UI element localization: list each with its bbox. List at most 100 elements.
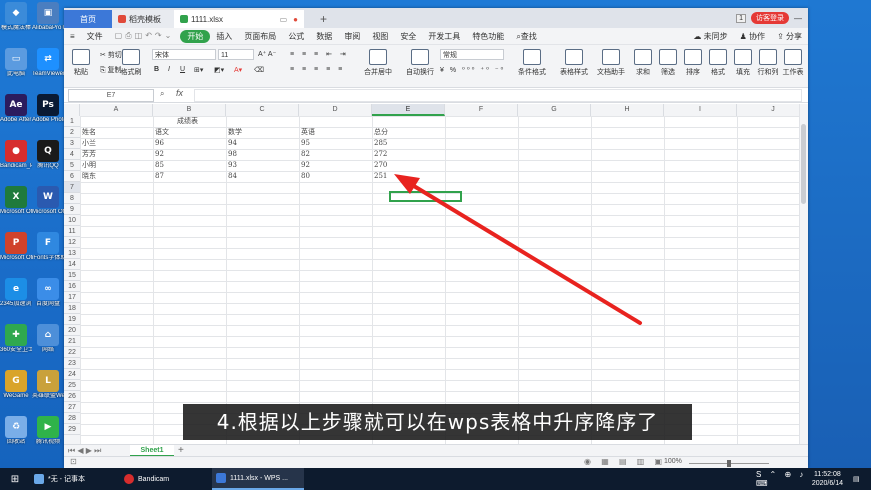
notification-icon[interactable]: ▤ xyxy=(849,468,867,490)
row-header[interactable]: 25 xyxy=(64,380,80,391)
desktop-icon[interactable]: PMicrosoft Office Po... xyxy=(0,232,32,262)
menu-tab[interactable]: 数据 xyxy=(310,31,338,42)
row-header[interactable]: 18 xyxy=(64,303,80,314)
view-mode-icons[interactable]: ◉ ▦ ▤ ▥ ▣ xyxy=(584,457,666,466)
desktop-icon[interactable]: ◆ 模式魔法棒 xyxy=(0,2,32,32)
data-cell[interactable]: 95 xyxy=(299,138,310,149)
select-all-corner[interactable] xyxy=(64,104,80,116)
data-cell[interactable]: 251 xyxy=(372,171,387,182)
menu-tab[interactable]: 开发工具 xyxy=(422,31,466,42)
font-size-arrows[interactable]: A⁺ A⁻ xyxy=(258,50,276,58)
bold-button[interactable]: B xyxy=(154,66,159,73)
merge-button[interactable]: 合并居中 xyxy=(358,49,398,77)
formula-input[interactable] xyxy=(194,89,802,102)
row-header[interactable]: 4 xyxy=(64,149,80,160)
fill-button[interactable]: 填充 xyxy=(730,49,756,77)
column-header[interactable]: F xyxy=(445,104,518,116)
table-style-button[interactable]: 表格样式 xyxy=(554,49,594,77)
sheet-title-cell[interactable]: 成绩表 xyxy=(175,116,198,127)
taskbar-bandicam[interactable]: Bandicam xyxy=(120,468,206,490)
desktop-icon[interactable]: XMicrosoft Office Exc... xyxy=(0,186,32,216)
desktop-icon[interactable]: ♻ 回收站 xyxy=(0,416,32,446)
row-header[interactable]: 1 xyxy=(64,116,80,127)
column-header[interactable]: D xyxy=(299,104,372,116)
row-header[interactable]: 11 xyxy=(64,226,80,237)
font-name-select[interactable]: 宋体 xyxy=(152,49,216,60)
wrap-button[interactable]: 自动换行 xyxy=(400,49,440,77)
row-header[interactable]: 6 xyxy=(64,171,80,182)
doc-helper-button[interactable]: 文档助手 xyxy=(594,49,628,77)
underline-button[interactable]: U xyxy=(180,66,185,73)
font-color-icon[interactable]: A▾ xyxy=(234,66,242,74)
macro-icon[interactable]: ⊡ xyxy=(70,457,77,466)
row-header[interactable]: 3 xyxy=(64,138,80,149)
desktop-icon[interactable]: Q 腾讯QQ xyxy=(32,140,64,170)
data-cell[interactable]: 晓东 xyxy=(80,171,96,182)
menu-tab[interactable]: 页面布局 xyxy=(238,31,282,42)
vertical-scrollbar[interactable] xyxy=(799,104,808,444)
column-header[interactable]: C xyxy=(226,104,299,116)
row-header[interactable]: 24 xyxy=(64,369,80,380)
italic-button[interactable]: I xyxy=(168,66,170,73)
scroll-thumb[interactable] xyxy=(801,124,806,204)
taskbar-wps[interactable]: 1111.xlsx - WPS ... xyxy=(212,468,304,490)
eraser-icon[interactable]: ⌫ xyxy=(254,66,264,74)
data-cell[interactable]: 84 xyxy=(226,171,237,182)
menu-tab[interactable]: 审阅 xyxy=(338,31,366,42)
data-cell[interactable]: 92 xyxy=(153,149,164,160)
data-cell[interactable]: 82 xyxy=(299,149,310,160)
menu-tab[interactable]: 视图 xyxy=(366,31,394,42)
zoom-level[interactable]: 100% xyxy=(664,458,682,465)
filter-button[interactable]: 筛选 xyxy=(655,49,681,77)
column-header[interactable]: I xyxy=(664,104,737,116)
menu-tab[interactable]: 特色功能 xyxy=(466,31,510,42)
menu-tab[interactable]: 安全 xyxy=(394,31,422,42)
data-cell[interactable]: 96 xyxy=(153,138,164,149)
data-cell[interactable]: 87 xyxy=(153,171,164,182)
format-button[interactable]: 格式 xyxy=(705,49,731,77)
tray-icons[interactable]: S ⌃ ⊕ ♪ ⌨ xyxy=(752,468,812,490)
align-top-icons[interactable]: ≡ ≡ ≡ ⇤ ⇥ xyxy=(290,50,349,58)
hamburger-icon[interactable]: ≡ xyxy=(64,32,81,41)
header-cell[interactable]: 总分 xyxy=(372,127,388,138)
data-cell[interactable]: 94 xyxy=(226,138,237,149)
minimize-icon[interactable]: — xyxy=(794,14,802,23)
data-cell[interactable]: 98 xyxy=(226,149,237,160)
desktop-icon[interactable]: PsAdobe Photoshop xyxy=(32,94,64,124)
data-cell[interactable]: 93 xyxy=(226,160,237,171)
row-header[interactable]: 14 xyxy=(64,259,80,270)
header-cell[interactable]: 姓名 xyxy=(80,127,96,138)
menu-right-item[interactable]: ☁ 未同步 xyxy=(687,31,733,42)
row-header[interactable]: 21 xyxy=(64,336,80,347)
row-header[interactable]: 8 xyxy=(64,193,80,204)
row-header[interactable]: 15 xyxy=(64,270,80,281)
desktop-icon[interactable]: ∞ 百度网盘 xyxy=(32,278,64,308)
header-cell[interactable]: 数学 xyxy=(226,127,242,138)
paste-button[interactable]: 粘贴 xyxy=(66,49,96,77)
row-header[interactable]: 29 xyxy=(64,424,80,435)
menu-tab[interactable]: 开始 xyxy=(180,29,211,43)
menu-tab[interactable]: 公式 xyxy=(282,31,310,42)
desktop-icon[interactable]: ✚ 360安全卫士 xyxy=(0,324,32,354)
menu-file[interactable]: 文件 xyxy=(81,31,109,42)
sort-button[interactable]: 排序 xyxy=(680,49,706,77)
desktop-icon[interactable]: AeAdobe After Effects 2020 xyxy=(0,94,32,124)
cell-area[interactable]: 成绩表 姓名 语文 数学 英语 总分 小兰 96 94 95 285 芳芳 92 98 82 272 小明 85… xyxy=(80,116,800,444)
row-header[interactable]: 16 xyxy=(64,281,80,292)
row-header[interactable]: 26 xyxy=(64,391,80,402)
data-cell[interactable]: 92 xyxy=(299,160,310,171)
row-header[interactable]: 19 xyxy=(64,314,80,325)
row-header[interactable]: 23 xyxy=(64,358,80,369)
row-header[interactable]: 20 xyxy=(64,325,80,336)
row-header[interactable]: 2 xyxy=(64,127,80,138)
column-header[interactable]: H xyxy=(591,104,664,116)
tab-home[interactable]: 首页 xyxy=(64,10,112,28)
page-count-badge[interactable]: 1 xyxy=(736,13,746,23)
menu-right-item[interactable]: ⇪ 分享 xyxy=(771,31,808,42)
number-format-select[interactable]: 常规 xyxy=(440,49,504,60)
quick-access-icons[interactable]: ▢⎙◫↶↷⌄ xyxy=(109,31,181,41)
number-format-icons[interactable]: ¥ % ⁰⁰⁰ ⁺⁰ ⁻⁰ xyxy=(440,66,505,74)
desktop-icon[interactable]: ▶ 腾讯视频 xyxy=(32,416,64,446)
desktop-icon[interactable]: L英雄联盟WeGame版 xyxy=(32,370,64,400)
fill-color-icon[interactable]: ◩▾ xyxy=(214,66,224,74)
